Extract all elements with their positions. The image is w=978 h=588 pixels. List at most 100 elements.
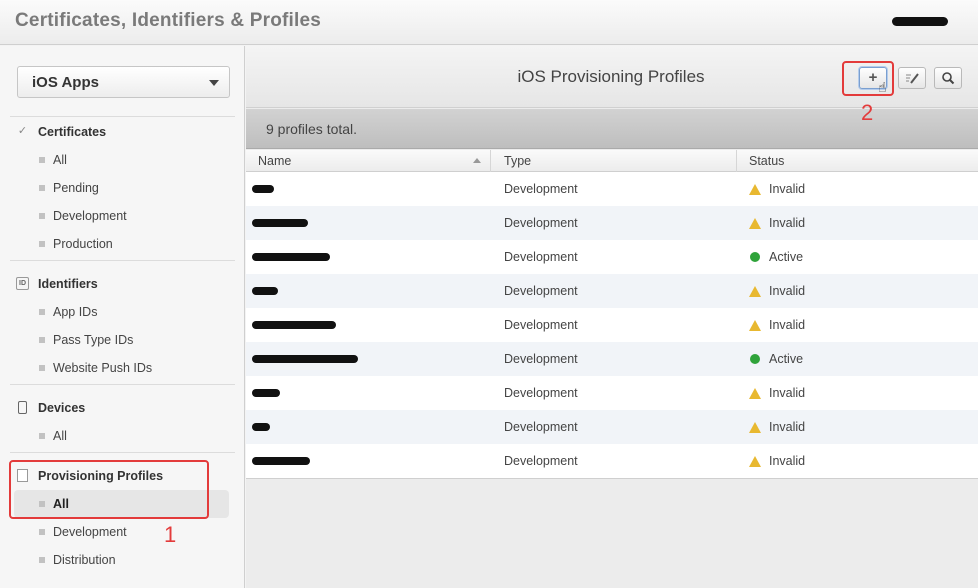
sidebar-item-label: Pending: [53, 181, 99, 195]
warning-icon: [749, 286, 761, 297]
profile-type: Development: [504, 182, 578, 196]
id-icon: ID: [16, 277, 29, 290]
table-row[interactable]: Development Invalid: [246, 376, 978, 410]
redacted-profile-name: [252, 423, 270, 431]
profile-type: Development: [504, 318, 578, 332]
bullet-icon: [39, 365, 45, 371]
column-separator: [736, 150, 737, 172]
sidebar-divider: [10, 260, 235, 261]
profile-count: 9 profiles total.: [266, 121, 358, 137]
column-header-status[interactable]: Status: [749, 154, 784, 168]
redacted-user-name: [892, 17, 948, 26]
warning-icon: [749, 422, 761, 433]
sidebar-item-label: Website Push IDs: [53, 361, 153, 375]
bullet-icon: [39, 337, 45, 343]
search-button[interactable]: [934, 67, 962, 89]
pencil-icon: [906, 73, 919, 84]
profile-type: Development: [504, 420, 578, 434]
sidebar-header-identifiers[interactable]: ID Identifiers: [0, 270, 245, 298]
sidebar-item-label: All: [53, 153, 67, 167]
column-header-type[interactable]: Type: [504, 154, 531, 168]
sort-ascending-icon: [473, 158, 481, 163]
sidebar-item-label: Development: [53, 209, 127, 223]
redacted-profile-name: [252, 185, 274, 193]
warning-icon: [749, 218, 761, 229]
sidebar-item-certificates-production[interactable]: Production: [0, 230, 245, 258]
page-title: iOS Provisioning Profiles: [517, 67, 705, 86]
table-row[interactable]: Development Invalid: [246, 274, 978, 308]
bullet-icon: [39, 557, 45, 563]
sidebar-divider: [10, 384, 235, 385]
profile-status: Invalid: [769, 420, 806, 434]
profiles-table: Name Type Status Development Invalid Dev…: [246, 150, 978, 479]
sidebar-item-profiles-distribution[interactable]: Distribution: [0, 546, 245, 574]
certificate-icon: ✓: [17, 125, 28, 137]
redacted-profile-name: [252, 389, 280, 397]
bullet-icon: [39, 309, 45, 315]
sidebar-divider: [10, 452, 235, 453]
profile-type: Development: [504, 250, 578, 264]
warning-icon: [749, 184, 761, 195]
table-row[interactable]: Development Invalid: [246, 308, 978, 342]
warning-icon: [749, 456, 761, 467]
table-row[interactable]: Development Active: [246, 240, 978, 274]
profile-status: Active: [769, 250, 804, 264]
bullet-icon: [39, 241, 45, 247]
bullet-icon: [39, 433, 45, 439]
table-row[interactable]: Development Invalid: [246, 410, 978, 444]
sidebar-header-devices[interactable]: Devices: [0, 394, 245, 422]
sidebar-section-title: Identifiers: [38, 277, 98, 291]
warning-icon: [749, 388, 761, 399]
table-header: Name Type Status: [246, 150, 978, 172]
annotation-box-provisioning: [9, 460, 209, 519]
chevron-down-icon: [209, 80, 219, 86]
sidebar-section-identifiers: ID Identifiers App IDs Pass Type IDs Web…: [0, 270, 245, 382]
column-separator: [490, 150, 491, 172]
platform-select-value: iOS Apps: [32, 74, 99, 91]
sidebar-section-title: Devices: [38, 401, 86, 415]
sidebar-item-certificates-pending[interactable]: Pending: [0, 174, 245, 202]
redacted-profile-name: [252, 219, 308, 227]
sidebar-item-profiles-development[interactable]: Development: [0, 518, 245, 546]
redacted-profile-name: [252, 355, 358, 363]
sidebar-header-certificates[interactable]: ✓ Certificates: [0, 118, 245, 146]
sidebar-item-app-ids[interactable]: App IDs: [0, 298, 245, 326]
table-row[interactable]: Development Invalid: [246, 444, 978, 478]
sidebar-section-certificates: ✓ Certificates All Pending Development P…: [0, 118, 245, 258]
redacted-profile-name: [252, 321, 336, 329]
table-row[interactable]: Development Invalid: [246, 172, 978, 206]
profile-status: Invalid: [769, 454, 806, 468]
column-header-name[interactable]: Name: [258, 154, 291, 168]
profile-status: Invalid: [769, 318, 806, 332]
bullet-icon: [39, 157, 45, 163]
edit-button[interactable]: [898, 67, 926, 89]
sidebar-item-label: Production: [53, 237, 113, 251]
bullet-icon: [39, 529, 45, 535]
active-status-icon: [750, 354, 760, 364]
sidebar-item-pass-type-ids[interactable]: Pass Type IDs: [0, 326, 245, 354]
sidebar-divider: [10, 116, 235, 117]
warning-icon: [749, 320, 761, 331]
redacted-profile-name: [252, 287, 278, 295]
profile-status: Active: [769, 352, 804, 366]
device-icon: [18, 401, 27, 414]
annotation-marker-1: 1: [164, 522, 177, 547]
annotation-box-add-button: [842, 61, 894, 96]
table-row[interactable]: Development Active: [246, 342, 978, 376]
sidebar-item-certificates-development[interactable]: Development: [0, 202, 245, 230]
main-panel: iOS Provisioning Profiles + ☝ 9 profiles…: [246, 46, 978, 588]
redacted-profile-name: [252, 253, 330, 261]
sidebar-item-website-push-ids[interactable]: Website Push IDs: [0, 354, 245, 382]
profile-status: Invalid: [769, 182, 806, 196]
app-title: Certificates, Identifiers & Profiles: [15, 10, 322, 31]
profile-status: Invalid: [769, 216, 806, 230]
sidebar-item-certificates-all[interactable]: All: [0, 146, 245, 174]
sidebar-section-devices: Devices All: [0, 394, 245, 450]
table-row[interactable]: Development Invalid: [246, 206, 978, 240]
profile-type: Development: [504, 386, 578, 400]
platform-select[interactable]: iOS Apps: [17, 66, 230, 98]
sidebar-item-devices-all[interactable]: All: [0, 422, 245, 450]
sidebar-item-label: Development: [53, 525, 127, 539]
bullet-icon: [39, 213, 45, 219]
sidebar-section-title: Certificates: [38, 125, 107, 139]
